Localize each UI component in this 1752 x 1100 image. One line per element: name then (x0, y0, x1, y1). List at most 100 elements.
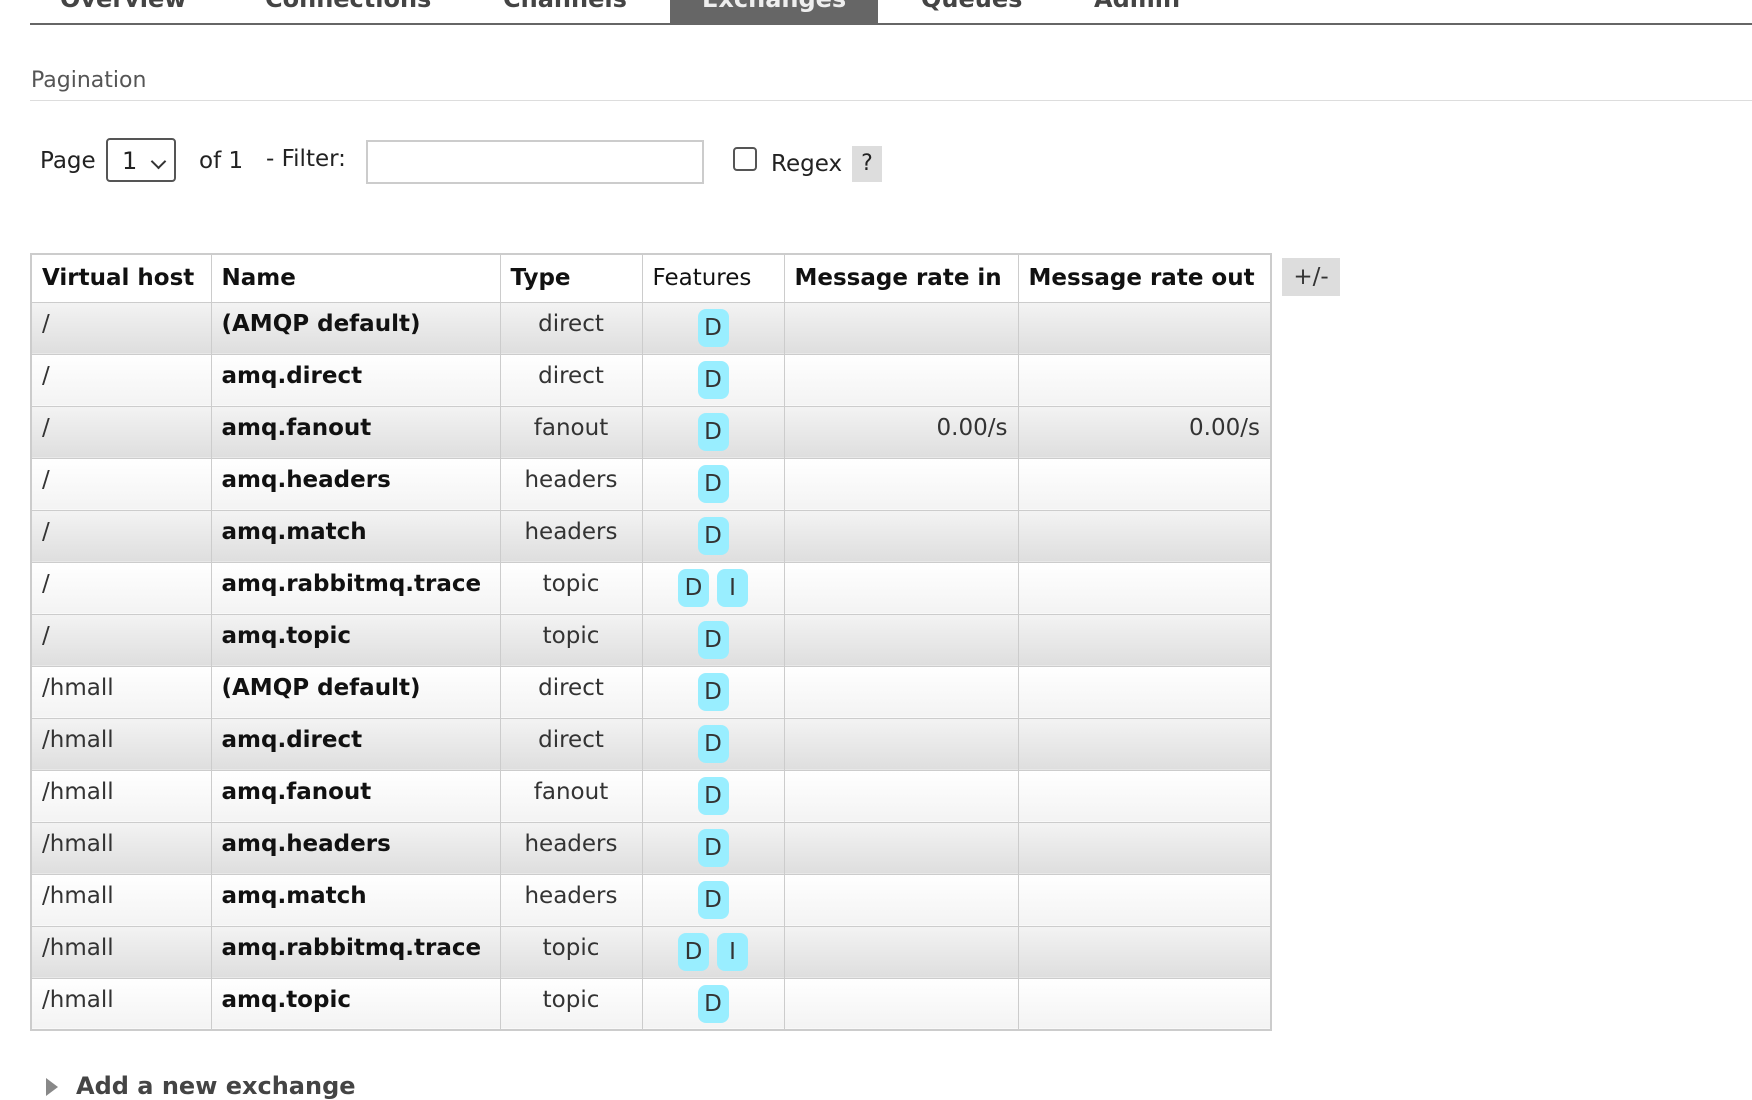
table-row: /hmall amq.direct direct D (30, 717, 1272, 771)
table-row: /hmall amq.topic topic D (30, 977, 1272, 1031)
durable-badge[interactable]: D (697, 360, 729, 399)
internal-badge[interactable]: I (717, 568, 748, 607)
type-cell: fanout (499, 405, 643, 459)
exchange-name-link[interactable]: amq.direct (210, 353, 501, 407)
column-header-features: Features (641, 253, 785, 303)
table-row: /hmall amq.rabbitmq.trace topic D I (30, 925, 1272, 979)
rate-out-cell (1017, 977, 1272, 1031)
table-body: / (AMQP default) direct D / amq.direct direct D… (30, 301, 1272, 1031)
durable-badge[interactable]: D (697, 724, 729, 763)
durable-badge[interactable]: D (697, 308, 729, 347)
exchange-name-link[interactable]: amq.headers (210, 457, 501, 511)
internal-badge[interactable]: I (717, 932, 748, 971)
durable-badge[interactable]: D (697, 412, 729, 451)
exchange-name-link[interactable]: amq.rabbitmq.trace (210, 561, 501, 615)
toggle-columns-button[interactable]: +/- (1282, 258, 1340, 296)
exchange-name-link[interactable]: amq.fanout (210, 769, 501, 823)
table-row: /hmall amq.headers headers D (30, 821, 1272, 875)
exchange-name-link[interactable]: amq.direct (210, 717, 501, 771)
type-cell: headers (499, 873, 643, 927)
exchange-name-link[interactable]: amq.topic (210, 613, 501, 667)
type-cell: direct (499, 353, 643, 407)
rate-in-cell (783, 301, 1019, 355)
features-cell: D (641, 301, 785, 355)
table-header-row: Virtual host Name Type Features Message … (30, 253, 1272, 303)
durable-badge[interactable]: D (697, 516, 729, 555)
table-row: / amq.fanout fanout D 0.00/s 0.00/s (30, 405, 1272, 459)
nav-divider (30, 23, 1752, 25)
column-header-virtual-host[interactable]: Virtual host (30, 253, 212, 303)
page-select[interactable]: 1 (106, 138, 176, 182)
tab-queues[interactable]: Queues (921, 0, 1022, 23)
exchange-name-link[interactable]: amq.headers (210, 821, 501, 875)
vhost-cell: / (30, 353, 212, 407)
durable-badge[interactable]: D (678, 568, 709, 607)
rate-in-cell (783, 353, 1019, 407)
durable-badge[interactable]: D (697, 776, 729, 815)
features-cell: D (641, 717, 785, 771)
filter-input[interactable] (366, 140, 704, 184)
type-cell: headers (499, 821, 643, 875)
column-header-message-rate-in[interactable]: Message rate in (783, 253, 1019, 303)
exchange-name-link[interactable]: amq.fanout (210, 405, 501, 459)
rate-out-cell (1017, 821, 1272, 875)
regex-checkbox[interactable] (733, 147, 757, 171)
add-exchange-toggle[interactable]: Add a new exchange (46, 1072, 356, 1100)
exchange-name-link[interactable]: amq.topic (210, 977, 501, 1031)
tab-connections[interactable]: Connections (265, 0, 431, 23)
table-row: / amq.direct direct D (30, 353, 1272, 407)
features-cell: D (641, 977, 785, 1031)
chevron-down-icon (150, 153, 167, 170)
rate-out-cell (1017, 353, 1272, 407)
durable-badge[interactable]: D (697, 464, 729, 503)
pagination-divider (30, 100, 1752, 101)
durable-badge[interactable]: D (697, 672, 729, 711)
durable-badge[interactable]: D (697, 984, 729, 1023)
tab-admin[interactable]: Admin (1094, 0, 1180, 23)
tab-exchanges[interactable]: Exchanges (670, 0, 879, 23)
vhost-cell: /hmall (30, 977, 212, 1031)
page-count-label: of 1 (199, 148, 244, 174)
vhost-cell: / (30, 613, 212, 667)
durable-badge[interactable]: D (697, 620, 729, 659)
rate-out-cell (1017, 561, 1272, 615)
column-header-type[interactable]: Type (499, 253, 643, 303)
tab-channels[interactable]: Channels (503, 0, 627, 23)
rate-in-cell (783, 457, 1019, 511)
vhost-cell: / (30, 561, 212, 615)
features-cell: DI (641, 561, 785, 615)
rate-in-cell (783, 561, 1019, 615)
rate-out-cell (1017, 613, 1272, 667)
exchange-name-link[interactable]: (AMQP default) (210, 301, 501, 355)
rate-out-cell (1017, 457, 1272, 511)
table-row: / amq.headers headers D (30, 457, 1272, 511)
type-cell: topic (499, 925, 643, 979)
type-cell: headers (499, 509, 643, 563)
exchange-name-link[interactable]: (AMQP default) (210, 665, 501, 719)
regex-help-button[interactable]: ? (852, 146, 882, 182)
column-header-name[interactable]: Name (210, 253, 501, 303)
table-row: / amq.topic topic D (30, 613, 1272, 667)
table-row: /hmall amq.match headers D (30, 873, 1272, 927)
vhost-cell: /hmall (30, 769, 212, 823)
exchanges-table: Virtual host Name Type Features Message … (30, 253, 1272, 1031)
table-row: / amq.match headers D (30, 509, 1272, 563)
rate-in-cell (783, 665, 1019, 719)
triangle-right-icon (46, 1078, 58, 1096)
features-cell: D (641, 821, 785, 875)
exchange-name-link[interactable]: amq.match (210, 873, 501, 927)
durable-badge[interactable]: D (697, 828, 729, 867)
vhost-cell: / (30, 457, 212, 511)
rate-in-cell (783, 769, 1019, 823)
tab-overview[interactable]: Overview (60, 0, 186, 23)
column-header-message-rate-out[interactable]: Message rate out (1017, 253, 1272, 303)
page-label: Page (40, 148, 96, 174)
pagination-title[interactable]: Pagination (31, 68, 146, 93)
durable-badge[interactable]: D (678, 932, 709, 971)
type-cell: direct (499, 665, 643, 719)
durable-badge[interactable]: D (697, 880, 729, 919)
exchange-name-link[interactable]: amq.rabbitmq.trace (210, 925, 501, 979)
features-cell: D (641, 613, 785, 667)
features-cell: D (641, 769, 785, 823)
exchange-name-link[interactable]: amq.match (210, 509, 501, 563)
